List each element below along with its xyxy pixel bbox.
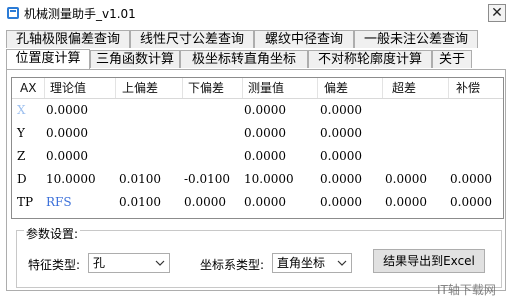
params-group-label: 参数设置: — [24, 227, 81, 241]
tab-thread-pitch-diameter[interactable]: 螺纹中径查询 — [254, 30, 354, 48]
cell-lower-dev[interactable]: 0.0000 — [184, 191, 226, 214]
table-row-z[interactable]: Z 0.0000 0.0000 0.0000 — [12, 145, 503, 168]
table-row-d[interactable]: D 10.0000 0.0100 -0.0100 10.0000 0.0000 … — [12, 168, 503, 191]
cell-deviation: 0.0000 — [320, 195, 362, 209]
header-divider — [182, 78, 183, 98]
cell-nominal[interactable]: 0.0000 — [46, 99, 88, 122]
cell-ax: TP — [17, 195, 34, 209]
cell-ax: Z — [17, 149, 26, 163]
cell-upper-dev[interactable]: 0.0100 — [119, 191, 161, 214]
tab-position-calc[interactable]: 位置度计算 — [6, 49, 90, 69]
col-header-deviation: 偏差 — [324, 81, 349, 95]
tab-general-tolerance[interactable]: 一般未注公差查询 — [354, 30, 478, 48]
cell-deviation: 0.0000 — [320, 103, 362, 117]
app-icon — [7, 7, 19, 19]
col-header-lower-dev: 下偏差 — [188, 81, 225, 95]
tab-about[interactable]: 关于 — [432, 50, 472, 68]
coord-system-value: 直角坐标 — [277, 256, 326, 270]
cell-compensation: 0.0000 — [450, 172, 492, 186]
cell-ax: D — [17, 172, 27, 186]
cell-nominal[interactable]: 0.0000 — [46, 122, 88, 145]
col-header-upper-dev: 上偏差 — [122, 81, 159, 95]
table-row-y[interactable]: Y 0.0000 0.0000 0.0000 — [12, 122, 503, 145]
grid-header: AX 理论值 上偏差 下偏差 测量值 偏差 超差 补偿 — [12, 78, 503, 99]
cell-lower-dev[interactable]: -0.0100 — [184, 168, 230, 191]
chevron-down-icon — [155, 260, 165, 266]
cell-out-tol: 0.0000 — [385, 172, 427, 186]
title-bar: 机械测量助手_v1.01 ✕ — [0, 0, 513, 26]
close-button[interactable]: ✕ — [488, 4, 506, 22]
tab-polar-to-cartesian[interactable]: 极坐标转直角坐标 — [180, 50, 308, 68]
cell-measured[interactable]: 0.0000 — [244, 191, 286, 214]
header-divider — [242, 78, 243, 98]
cell-measured[interactable]: 0.0000 — [244, 122, 286, 145]
table-row-tp[interactable]: TP RFS 0.0100 0.0000 0.0000 0.0000 0.000… — [12, 191, 503, 214]
cell-deviation: 0.0000 — [320, 172, 362, 186]
header-divider — [44, 78, 45, 98]
export-excel-button[interactable]: 结果导出到Excel — [373, 249, 485, 273]
cell-measured[interactable]: 10.0000 — [244, 168, 294, 191]
cell-ax: Y — [17, 126, 25, 140]
tab-hole-shaft-deviation[interactable]: 孔轴极限偏差查询 — [6, 30, 130, 48]
cell-compensation: 0.0000 — [450, 195, 492, 209]
cell-nominal[interactable]: 10.0000 — [46, 168, 96, 191]
data-grid[interactable]: AX 理论值 上偏差 下偏差 测量值 偏差 超差 补偿 X 0.0000 0.0… — [11, 77, 504, 219]
watermark: IT轴下载网 — [437, 283, 496, 297]
header-divider — [448, 78, 449, 98]
tab-trig-calc[interactable]: 三角函数计算 — [90, 50, 180, 68]
table-row-x[interactable]: X 0.0000 0.0000 0.0000 — [12, 99, 503, 122]
feature-type-value: 孔 — [93, 256, 106, 270]
header-divider — [115, 78, 116, 98]
cell-deviation: 0.0000 — [320, 149, 362, 163]
coord-system-label: 坐标系类型: — [200, 258, 265, 272]
col-header-measured: 测量值 — [248, 81, 285, 95]
cell-nominal-rfs[interactable]: RFS — [46, 191, 72, 214]
cell-deviation: 0.0000 — [320, 126, 362, 140]
header-divider — [382, 78, 383, 98]
col-header-ax: AX — [20, 81, 37, 95]
chevron-down-icon — [337, 260, 347, 266]
cell-measured[interactable]: 0.0000 — [244, 145, 286, 168]
feature-type-label: 特征类型: — [28, 258, 81, 272]
coord-system-select[interactable]: 直角坐标 — [272, 253, 352, 273]
col-header-compensation: 补偿 — [456, 81, 481, 95]
tab-linear-tolerance[interactable]: 线性尺寸公差查询 — [130, 30, 254, 48]
header-divider — [317, 78, 318, 98]
tab-asymmetric-profile[interactable]: 不对称轮廓度计算 — [308, 50, 432, 68]
cell-nominal[interactable]: 0.0000 — [46, 145, 88, 168]
col-header-nominal: 理论值 — [50, 81, 87, 95]
cell-ax: X — [17, 103, 26, 117]
col-header-out-tol: 超差 — [392, 81, 417, 95]
window-title: 机械测量助手_v1.01 — [24, 7, 136, 21]
feature-type-select[interactable]: 孔 — [88, 253, 170, 273]
cell-measured[interactable]: 0.0000 — [244, 99, 286, 122]
cell-out-tol: 0.0000 — [385, 195, 427, 209]
cell-upper-dev[interactable]: 0.0100 — [119, 168, 161, 191]
